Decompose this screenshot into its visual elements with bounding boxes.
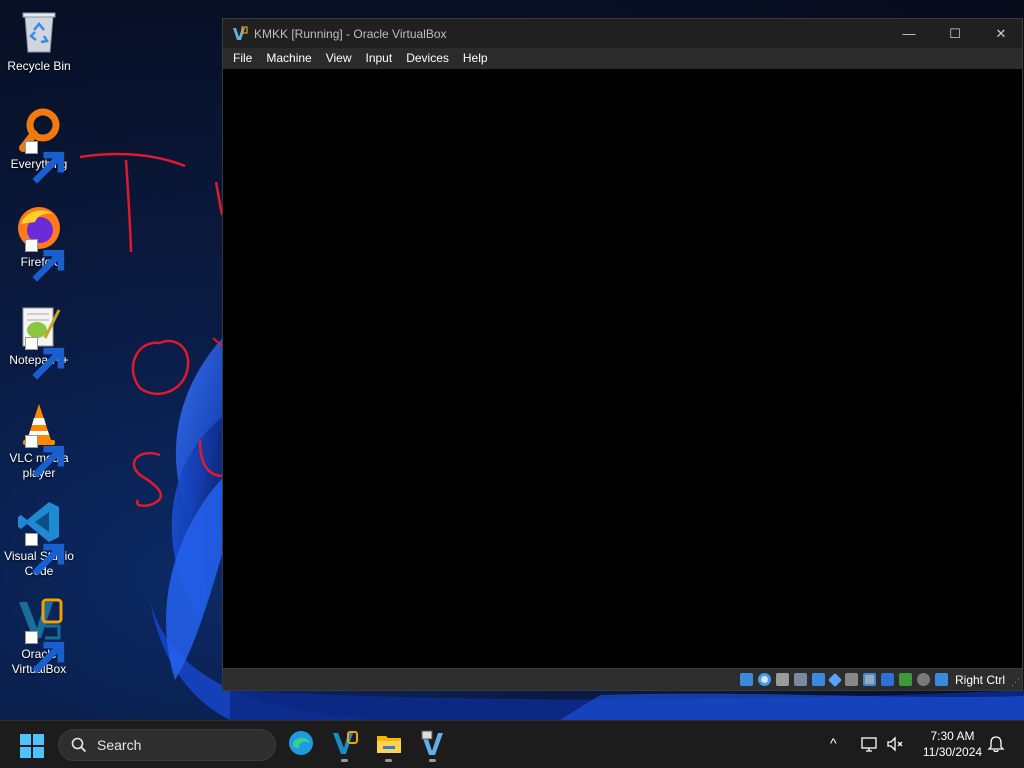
clock-date: 11/30/2024 [922, 745, 983, 759]
minimize-button[interactable]: — [886, 19, 932, 48]
usb-icon[interactable] [827, 672, 843, 687]
notification-bell-icon[interactable] [987, 735, 1005, 753]
virtualbox-vm-window[interactable]: KMKK [Running] - Oracle VirtualBox — ☐ ✕… [222, 18, 1023, 691]
floppy-icon[interactable] [775, 673, 789, 686]
desktop-icon-label: Recycle Bin [7, 59, 71, 73]
keyboard-icon[interactable] [934, 673, 948, 686]
menu-machine[interactable]: Machine [259, 48, 318, 69]
shortcut-arrow-icon [25, 631, 65, 674]
menu-help[interactable]: Help [456, 48, 495, 69]
desktop-icon-everything[interactable]: Everything [2, 106, 76, 184]
recording-icon[interactable] [880, 673, 894, 686]
shortcut-arrow-icon [25, 239, 65, 282]
virtualbox-app-icon [233, 25, 248, 40]
start-button[interactable] [20, 734, 44, 758]
taskbar: Search ^ 7:30 AM 11/30/2024 [0, 720, 1024, 768]
search-placeholder: Search [97, 737, 142, 753]
virtualbox-icon [333, 731, 358, 754]
running-indicator [341, 759, 348, 762]
running-indicator [385, 759, 392, 762]
maximize-button[interactable]: ☐ [932, 19, 978, 48]
network-icon[interactable] [811, 673, 825, 686]
notepad-plus-plus-icon [15, 302, 65, 380]
menu-devices[interactable]: Devices [399, 48, 456, 69]
shortcut-arrow-icon [25, 435, 65, 478]
file-explorer-icon [377, 736, 401, 753]
everything-search-icon [15, 106, 65, 184]
menu-file[interactable]: File [223, 48, 259, 69]
cpu-icon[interactable] [898, 673, 912, 686]
window-title: KMKK [Running] - Oracle VirtualBox [254, 26, 447, 41]
taskbar-file-explorer[interactable] [375, 729, 403, 762]
menu-bar: File Machine View Input Devices Help [223, 48, 1022, 69]
desktop-icon-firefox[interactable]: Firefox [2, 204, 76, 282]
desktop-icon-notepad-plus-plus[interactable]: Notepad++ [2, 302, 76, 380]
desktop-icon-recycle-bin[interactable]: Recycle Bin [2, 8, 76, 74]
taskbar-search-box[interactable]: Search [58, 729, 276, 761]
vm-running-icon [421, 730, 443, 755]
network-status-icon[interactable] [860, 735, 878, 753]
taskbar-edge[interactable] [287, 729, 315, 757]
vm-display[interactable] [223, 69, 1022, 669]
recycle-bin-icon [15, 8, 63, 56]
status-bar: Right Ctrl ⋰ [223, 668, 1022, 690]
running-indicator [429, 759, 436, 762]
mouse-integration-icon[interactable] [916, 673, 930, 686]
shortcut-arrow-icon [25, 141, 65, 184]
search-icon [71, 737, 87, 753]
desktop-icon-vscode[interactable]: Visual Studio Code [2, 498, 76, 579]
shared-folders-icon[interactable] [844, 673, 858, 686]
desktop-icon-virtualbox[interactable]: Oracle VirtualBox [2, 596, 76, 677]
window-titlebar[interactable]: KMKK [Running] - Oracle VirtualBox — ☐ ✕ [223, 19, 1022, 48]
optical-drive-icon[interactable] [757, 673, 771, 686]
close-button[interactable]: ✕ [978, 19, 1024, 48]
vlc-cone-icon [15, 400, 65, 478]
vscode-icon [15, 498, 65, 576]
taskbar-virtualbox[interactable] [331, 729, 359, 762]
firefox-icon [15, 204, 65, 282]
resize-grip-icon[interactable]: ⋰ [1011, 677, 1020, 688]
display-icon[interactable] [862, 673, 876, 686]
menu-input[interactable]: Input [359, 48, 400, 69]
edge-icon [289, 731, 313, 755]
desktop-icon-vlc[interactable]: VLC media player [2, 400, 76, 481]
taskbar-vm-window[interactable] [419, 729, 447, 762]
shortcut-arrow-icon [25, 533, 65, 576]
host-key-label: Right Ctrl [954, 672, 1005, 687]
audio-icon[interactable] [793, 673, 807, 686]
clock-time: 7:30 AM [930, 729, 975, 743]
volume-muted-icon[interactable] [886, 735, 904, 753]
hard-disk-icon[interactable] [739, 673, 753, 686]
show-hidden-icons-chevron-icon[interactable]: ^ [830, 735, 848, 753]
virtualbox-icon [15, 596, 65, 674]
menu-view[interactable]: View [319, 48, 359, 69]
shortcut-arrow-icon [25, 337, 65, 380]
